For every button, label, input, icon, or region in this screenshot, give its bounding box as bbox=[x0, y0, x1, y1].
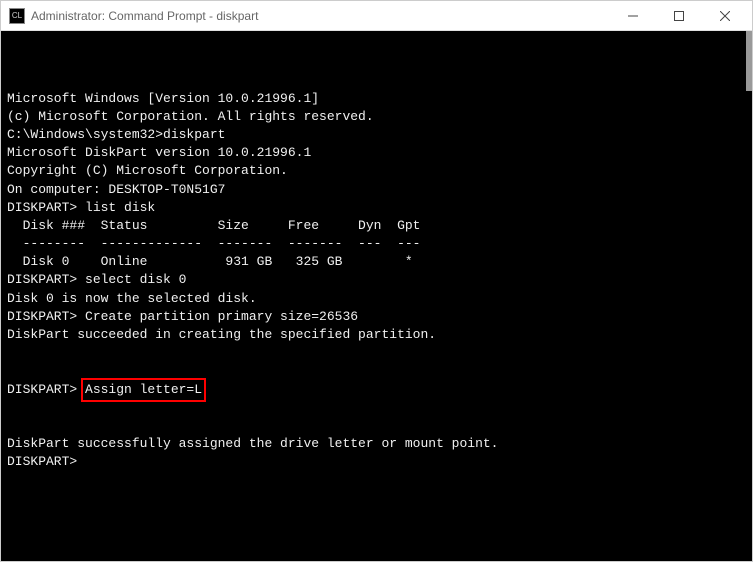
terminal-line: DISKPART> list disk bbox=[7, 199, 746, 217]
terminal-line: DISKPART> select disk 0 bbox=[7, 271, 746, 289]
terminal-line: Microsoft DiskPart version 10.0.21996.1 bbox=[7, 144, 746, 162]
terminal-line: -------- ------------- ------- ------- -… bbox=[7, 235, 746, 253]
terminal-line: Microsoft Windows [Version 10.0.21996.1] bbox=[7, 90, 746, 108]
minimize-icon bbox=[628, 11, 638, 21]
terminal-line: Disk 0 is now the selected disk. bbox=[7, 290, 746, 308]
maximize-icon bbox=[674, 11, 684, 21]
highlighted-command: Assign letter=L bbox=[85, 382, 202, 397]
terminal-output: Microsoft Windows [Version 10.0.21996.1]… bbox=[7, 90, 746, 345]
cmd-icon: CL bbox=[9, 8, 25, 24]
window-controls bbox=[610, 1, 748, 30]
highlight-box: Assign letter=L bbox=[81, 378, 206, 402]
close-button[interactable] bbox=[702, 1, 748, 30]
window-title: Administrator: Command Prompt - diskpart bbox=[31, 9, 610, 23]
terminal-content[interactable]: Microsoft Windows [Version 10.0.21996.1]… bbox=[1, 31, 752, 561]
terminal-line: DiskPart succeeded in creating the speci… bbox=[7, 326, 746, 344]
prompt: DISKPART> bbox=[7, 382, 85, 397]
terminal-output-after: DiskPart successfully assigned the drive… bbox=[7, 435, 746, 471]
terminal-line: Disk 0 Online 931 GB 325 GB * bbox=[7, 253, 746, 271]
terminal-line: On computer: DESKTOP-T0N51G7 bbox=[7, 181, 746, 199]
terminal-line: DISKPART> Create partition primary size=… bbox=[7, 308, 746, 326]
titlebar: CL Administrator: Command Prompt - diskp… bbox=[1, 1, 752, 31]
close-icon bbox=[720, 11, 730, 21]
minimize-button[interactable] bbox=[610, 1, 656, 30]
command-prompt-window: CL Administrator: Command Prompt - diskp… bbox=[0, 0, 753, 562]
maximize-button[interactable] bbox=[656, 1, 702, 30]
terminal-line: DiskPart successfully assigned the drive… bbox=[7, 435, 746, 453]
terminal-line: DISKPART> bbox=[7, 453, 746, 471]
highlighted-line: DISKPART> Assign letter=L bbox=[7, 381, 746, 399]
scrollbar-thumb[interactable] bbox=[746, 31, 752, 91]
terminal-line: Copyright (C) Microsoft Corporation. bbox=[7, 162, 746, 180]
terminal-line: (c) Microsoft Corporation. All rights re… bbox=[7, 108, 746, 126]
terminal-line: C:\Windows\system32>diskpart bbox=[7, 126, 746, 144]
terminal-line: Disk ### Status Size Free Dyn Gpt bbox=[7, 217, 746, 235]
